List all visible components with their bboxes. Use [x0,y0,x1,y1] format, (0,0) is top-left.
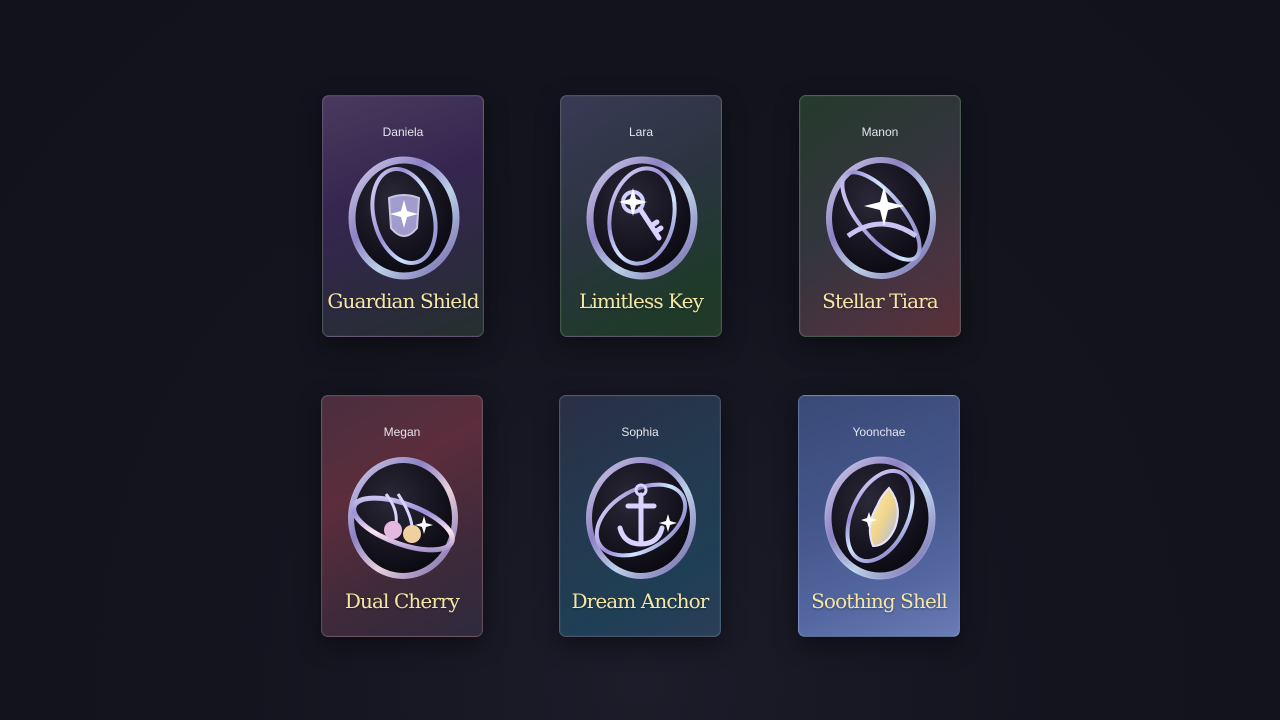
card-title: Stellar Tiara [822,289,939,313]
card-stellar-tiara[interactable]: Manon Stellar Tiara [799,95,961,337]
shell-icon [823,454,937,580]
card-owner-name: Daniela [382,125,424,139]
card-limitless-key[interactable]: Lara Limitless Key [560,95,722,337]
tiara-icon [824,154,938,280]
card-title: Guardian Shield [327,289,479,313]
card-title: Dual Cherry [344,589,460,613]
anchor-icon [584,454,698,580]
key-icon [585,154,699,280]
card-owner-name: Megan [383,425,421,439]
card-dream-anchor[interactable]: Sophia Dream Anchor [559,395,721,637]
card-dual-cherry[interactable]: Megan Dual Cherry [321,395,483,637]
card-title: Dream Anchor [571,589,710,613]
card-title: Soothing Shell [811,589,948,613]
card-owner-name: Manon [861,125,899,139]
cherry-icon [346,454,460,580]
card-owner-name: Lara [628,125,654,139]
card-owner-name: Yoonchae [852,425,906,439]
shield-icon [347,154,461,280]
card-guardian-shield[interactable]: Daniela Guardian Shield [322,95,484,337]
card-title: Limitless Key [578,289,704,313]
card-owner-name: Sophia [621,425,659,439]
card-soothing-shell[interactable]: Yoonchae Soothing Shell [798,395,960,637]
